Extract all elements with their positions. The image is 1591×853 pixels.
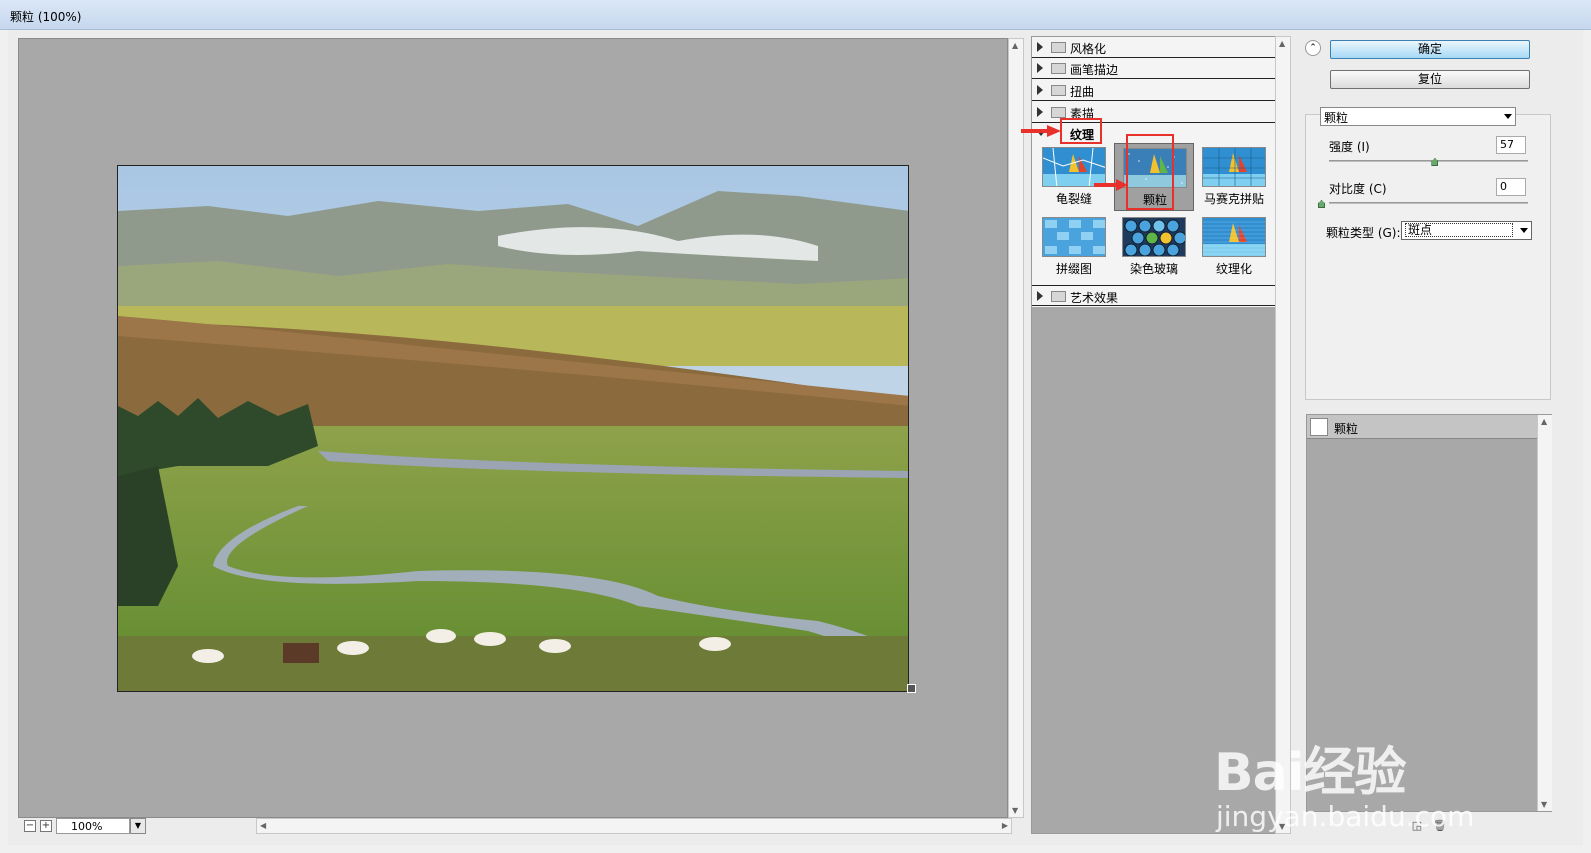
folder-artistic[interactable]: 艺术效果 — [1032, 285, 1276, 306]
folder-distort[interactable]: 扭曲 — [1032, 80, 1276, 101]
annotation-box-grain — [1126, 134, 1174, 210]
zoom-out-button[interactable]: − — [24, 820, 36, 832]
layers-scrollbar[interactable]: ▲ ▼ — [1537, 415, 1552, 811]
folder-icon — [1051, 63, 1066, 74]
expand-arrow-icon[interactable] — [1037, 85, 1043, 95]
scroll-up-icon[interactable]: ▲ — [1012, 41, 1018, 50]
scroll-down-icon[interactable]: ▼ — [1541, 800, 1547, 809]
expand-arrow-icon[interactable] — [1037, 107, 1043, 117]
chevron-down-icon — [1504, 114, 1512, 119]
resize-grip-icon[interactable] — [907, 684, 916, 693]
intensity-slider[interactable] — [1329, 160, 1528, 162]
scroll-right-icon[interactable]: ▶ — [1002, 821, 1008, 830]
scroll-down-icon[interactable]: ▼ — [1012, 806, 1018, 815]
new-effect-layer-icon[interactable]: ◲ — [1411, 820, 1423, 832]
contrast-label: 对比度 (C) — [1329, 182, 1387, 196]
stained-glass-thumb-icon — [1122, 217, 1186, 257]
contrast-slider[interactable] — [1329, 202, 1528, 204]
effect-layers-panel: 颗粒 ▲ ▼ — [1306, 414, 1552, 812]
zoom-field[interactable]: 100% — [56, 818, 130, 834]
folder-icon — [1051, 291, 1066, 302]
patchwork-thumb-icon — [1042, 217, 1106, 257]
visibility-toggle-icon[interactable] — [1310, 418, 1328, 436]
annotation-arrow-icon — [1094, 179, 1128, 191]
expand-arrow-icon[interactable] — [1037, 42, 1043, 52]
filter-thumb-texturizer[interactable]: 纹理化 — [1194, 213, 1274, 281]
filter-thumb-patchwork[interactable]: 拼缀图 — [1034, 213, 1114, 281]
grain-type-select[interactable]: 斑点 — [1401, 221, 1532, 240]
delete-effect-layer-icon[interactable]: 🗑 — [1433, 820, 1447, 832]
filter-thumb-craquelure[interactable]: 龟裂缝 — [1034, 143, 1114, 211]
preview-status-bar: − + 100% ▼ ◀ ▶ — [18, 818, 1024, 834]
texturizer-thumb-icon — [1202, 217, 1266, 257]
ok-button[interactable]: 确定 — [1330, 40, 1530, 59]
annotation-box-texture — [1060, 118, 1102, 144]
folder-stylize[interactable]: 风格化 — [1032, 37, 1276, 58]
expand-arrow-icon[interactable] — [1037, 63, 1043, 73]
contrast-input[interactable]: 0 — [1496, 178, 1526, 196]
reset-button[interactable]: 复位 — [1330, 70, 1530, 89]
folder-icon — [1051, 42, 1066, 53]
scroll-up-icon[interactable]: ▲ — [1541, 417, 1547, 426]
intensity-label: 强度 (I) — [1329, 140, 1370, 154]
preview-image — [117, 165, 909, 692]
chevron-down-icon — [1520, 228, 1528, 233]
preview-canvas[interactable] — [18, 38, 1008, 818]
filter-thumb-mosaic-tiles[interactable]: 马赛克拼贴 — [1194, 143, 1274, 211]
folder-icon — [1051, 107, 1066, 118]
filter-tree-scrollbar[interactable]: ▲ ▼ — [1275, 36, 1291, 834]
annotation-arrow-icon — [1021, 125, 1061, 137]
folder-icon — [1051, 85, 1066, 96]
preview-horizontal-scrollbar[interactable]: ◀ ▶ — [256, 818, 1012, 834]
mosaic-tiles-thumb-icon — [1202, 147, 1266, 187]
zoom-in-button[interactable]: + — [40, 820, 52, 832]
title-bar: 颗粒 (100%) — [0, 0, 1591, 30]
filter-gallery-window: ▲ ▼ − + 100% ▼ ◀ ▶ 风格化 画笔描边 扭曲 素描 纹理 龟裂缝… — [8, 30, 1583, 845]
preview-vertical-scrollbar[interactable]: ▲ ▼ — [1008, 38, 1024, 818]
collapse-gallery-icon[interactable]: ⌃ — [1305, 40, 1321, 56]
expand-arrow-icon[interactable] — [1037, 291, 1043, 301]
scroll-up-icon[interactable]: ▲ — [1279, 39, 1285, 48]
zoom-dropdown-icon[interactable]: ▼ — [130, 818, 146, 834]
scroll-left-icon[interactable]: ◀ — [260, 821, 266, 830]
filter-settings-panel — [1305, 114, 1551, 400]
filter-thumb-stained-glass[interactable]: 染色玻璃 — [1114, 213, 1194, 281]
effect-layer-row[interactable]: 颗粒 — [1307, 415, 1537, 439]
filter-select[interactable]: 颗粒 — [1320, 107, 1516, 126]
intensity-input[interactable]: 57 — [1496, 136, 1526, 154]
scroll-down-icon[interactable]: ▼ — [1279, 822, 1285, 831]
folder-brush-strokes[interactable]: 画笔描边 — [1032, 58, 1276, 79]
grain-type-label: 颗粒类型 (G): — [1326, 226, 1401, 240]
window-title: 颗粒 (100%) — [10, 10, 82, 24]
